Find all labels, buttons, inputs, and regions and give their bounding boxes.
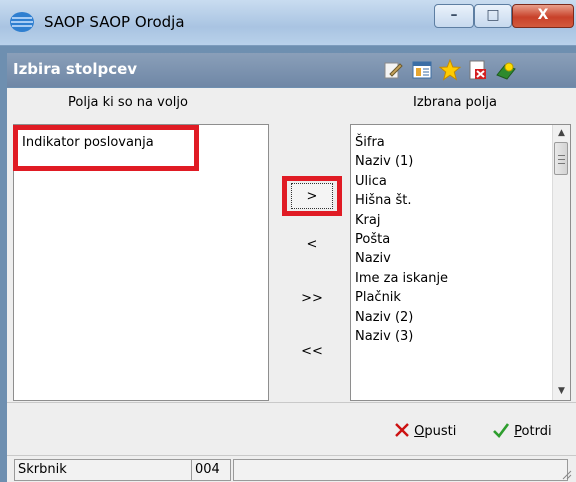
remove-button[interactable]: < [291,232,333,258]
window-title: SAOP SAOP Orodja [44,13,185,31]
title-bar[interactable]: SAOP SAOP Orodja – □ X [0,0,576,46]
list-item[interactable]: Naziv (2) [355,308,448,327]
window: SAOP SAOP Orodja – □ X Izbira stolpcev P… [0,0,576,482]
status-message [233,459,568,481]
available-fields-header: Polja ki so na voljo [68,95,188,110]
list-item[interactable]: Ime za iskanje [355,269,448,288]
status-bar: Skrbnik 004 [7,455,576,482]
maximize-icon: □ [486,7,500,23]
scroll-up-icon[interactable]: ▲ [553,125,570,142]
star-icon[interactable] [439,59,461,81]
edit-icon[interactable] [382,59,404,81]
status-user: Skrbnik [14,459,200,481]
form-header: Izbira stolpcev [7,53,576,87]
scroll-down-icon[interactable]: ▼ [553,383,570,400]
list-item[interactable]: Naziv (1) [355,152,448,171]
add-all-button[interactable]: >> [291,286,333,312]
exit-icon[interactable] [495,59,517,81]
close-icon: X [537,7,549,23]
cancel-label: pusti [424,424,457,439]
vertical-scrollbar[interactable]: ▲ ▼ [552,125,570,400]
app-icon [10,12,34,32]
list-item[interactable]: Kraj [355,211,448,230]
cancel-button[interactable]: Opusti [394,422,456,439]
minimize-button[interactable]: – [434,4,474,28]
list-item[interactable]: Hišna št. [355,191,448,210]
cancel-accel: O [414,424,425,439]
list-item[interactable]: Plačnik [355,288,448,307]
selected-fields-header: Izbrana polja [413,95,497,110]
check-icon [493,423,510,438]
resize-grip-icon[interactable] [560,468,572,480]
list-item[interactable]: Šifra [355,133,448,152]
minimize-icon: – [450,7,458,23]
form-title: Izbira stolpcev [13,60,138,78]
delete-icon[interactable] [467,59,489,81]
confirm-label: otrdi [521,424,552,439]
confirm-button[interactable]: Potrdi [492,422,552,439]
list-item[interactable]: Naziv (3) [355,327,448,346]
highlight-box-available [13,125,199,171]
confirm-accel: P [514,424,522,439]
remove-all-button[interactable]: << [291,339,333,365]
list-item[interactable]: Naziv [355,249,448,268]
list-item[interactable]: Pošta [355,230,448,249]
status-code: 004 [191,459,231,481]
cancel-icon [395,423,409,437]
list-item[interactable]: Ulica [355,172,448,191]
selected-fields-list[interactable]: Šifra Naziv (1) Ulica Hišna št. Kraj Poš… [350,124,571,401]
columns-icon[interactable] [411,59,433,81]
scroll-thumb[interactable] [554,142,568,175]
close-button[interactable]: X [512,4,574,28]
button-bar [7,402,576,455]
highlight-box-add [282,176,342,216]
maximize-button[interactable]: □ [474,4,512,28]
